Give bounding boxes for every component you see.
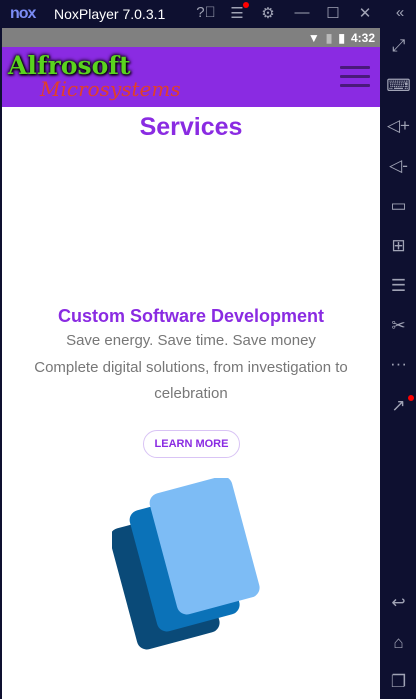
scissors-icon[interactable]: ✂ [381,316,416,336]
status-time: 4:32 [350,30,375,45]
collapse-sidebar-icon[interactable]: « [390,4,410,21]
service-tagline: Save energy. Save time. Save money [66,332,316,349]
hamburger-menu-icon[interactable] [340,66,370,93]
nox-logo: nox [10,5,36,22]
minimize-icon[interactable]: — [292,4,312,21]
service-title: Custom Software Development [57,306,325,326]
nox-sidebar: ⤢ ⌨ ◁+ ◁- ▭ ⊞ ☰ ✂ ··· ↗ ↩ ⌂ ❐ [381,28,416,699]
brand-logo[interactable]: Alfrosoft [8,51,131,80]
volume-down-icon[interactable]: ◁- [381,156,416,176]
fullscreen-icon[interactable]: ⤢ [381,36,416,56]
keyboard-icon[interactable]: ⌨ [381,76,416,96]
back-icon[interactable]: ↩ [381,593,416,613]
multi-instance-icon[interactable]: ☰ [381,276,416,296]
wifi-icon: ▼ [307,30,320,45]
learn-more-button[interactable]: LEARN MORE [143,430,240,458]
more-icon[interactable]: ··· [381,354,416,374]
status-bar: ▼ ▮ ▮ 4:32 [2,28,380,47]
cards-illustration [112,478,260,650]
title-bar: nox NoxPlayer 7.0.3.1 ?⃝ ☰ ⚙ — ☐ ✕ « [0,0,416,28]
share-notification-dot [408,395,414,401]
home-icon[interactable]: ⌂ [381,633,416,653]
recent-apps-icon[interactable]: ❐ [381,672,416,692]
window-title: NoxPlayer 7.0.3.1 [54,6,166,22]
service-description: Complete digital solutions, from investi… [34,359,348,402]
brand-logo-subtitle: Microsystems [40,77,181,101]
page-title: Services [139,113,243,141]
volume-up-icon[interactable]: ◁+ [381,116,416,136]
android-screen: ▼ ▮ ▮ 4:32 Alfrosoft Microsystems Servic… [2,28,380,699]
battery-icon: ▮ [338,30,345,45]
no-sim-icon: ▮ [325,30,333,45]
help-icon[interactable]: ?⃝ [196,4,216,21]
site-header: Alfrosoft Microsystems [2,47,380,107]
install-apk-icon[interactable]: ⊞ [381,236,416,256]
maximize-icon[interactable]: ☐ [323,4,343,22]
screen-icon[interactable]: ▭ [381,196,416,216]
close-icon[interactable]: ✕ [355,4,375,22]
gear-icon[interactable]: ⚙ [258,4,278,22]
notification-dot [243,2,249,8]
